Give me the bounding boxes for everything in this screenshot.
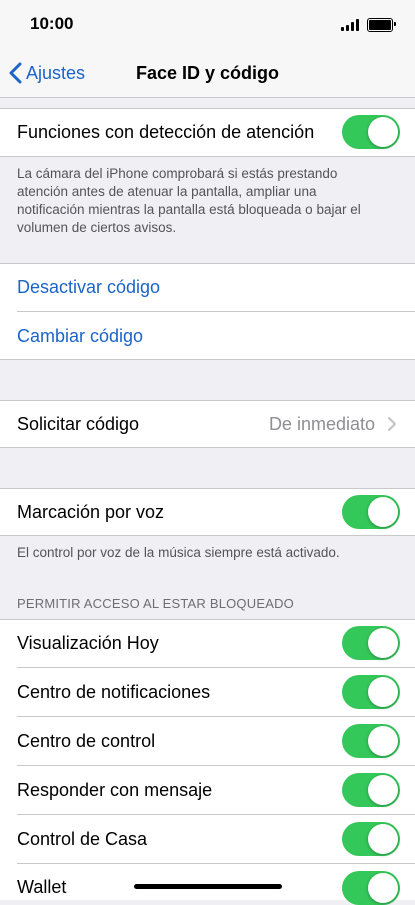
navigation-bar: Ajustes Face ID y código <box>0 50 415 98</box>
require-passcode-label: Solicitar código <box>17 413 140 434</box>
list-item-reply-with-message: Responder con mensaje <box>0 766 415 815</box>
list-item-wallet: Wallet <box>0 864 415 905</box>
notification-center-toggle[interactable] <box>342 675 400 709</box>
attention-features-row: Funciones con detección de atención <box>0 108 415 157</box>
home-control-toggle[interactable] <box>342 822 400 856</box>
wallet-label: Wallet <box>17 877 67 897</box>
control-center-label: Centro de control <box>17 731 156 751</box>
locked-access-header: PERMITIR ACCESO AL ESTAR BLOQUEADO <box>17 596 294 611</box>
reply-with-message-toggle[interactable] <box>342 773 400 807</box>
control-center-toggle[interactable] <box>342 724 400 758</box>
home-indicator[interactable] <box>134 884 282 889</box>
change-passcode-row[interactable]: Cambiar código <box>0 312 415 360</box>
page-title: Face ID y código <box>135 63 280 83</box>
change-passcode-link[interactable]: Cambiar código <box>17 326 143 347</box>
disable-passcode-row[interactable]: Desactivar código <box>0 263 415 312</box>
status-time: 10:00 <box>30 14 74 33</box>
cellular-signal-icon <box>341 19 359 31</box>
list-item-notification-center: Centro de notificaciones <box>0 668 415 717</box>
home-control-label: Control de Casa <box>17 829 148 849</box>
attention-features-toggle[interactable] <box>342 115 400 149</box>
disable-passcode-link[interactable]: Desactivar código <box>17 277 160 298</box>
list-item-control-center: Centro de control <box>0 717 415 766</box>
voice-dial-row: Marcación por voz <box>0 488 415 536</box>
chevron-right-icon <box>387 416 397 432</box>
battery-icon <box>367 18 396 32</box>
notification-center-label: Centro de notificaciones <box>17 682 211 702</box>
reply-with-message-label: Responder con mensaje <box>17 780 213 800</box>
list-item-today-view: Visualización Hoy <box>0 619 415 668</box>
today-view-label: Visualización Hoy <box>17 633 159 653</box>
voice-dial-toggle[interactable] <box>342 495 400 529</box>
voice-dial-label: Marcación por voz <box>17 501 165 522</box>
require-passcode-row[interactable]: Solicitar código De inmediato <box>0 400 415 448</box>
attention-features-label: Funciones con detección de atención <box>17 122 315 142</box>
today-view-toggle[interactable] <box>342 626 400 660</box>
status-bar: 10:00 <box>0 0 415 50</box>
voice-dial-footer: El control por voz de la música siempre … <box>17 545 340 560</box>
list-item-home-control: Control de Casa <box>0 815 415 864</box>
attention-features-footer: La cámara del iPhone comprobará si estás… <box>17 166 361 235</box>
require-passcode-value: De inmediato <box>268 413 375 434</box>
status-icons <box>341 18 396 32</box>
